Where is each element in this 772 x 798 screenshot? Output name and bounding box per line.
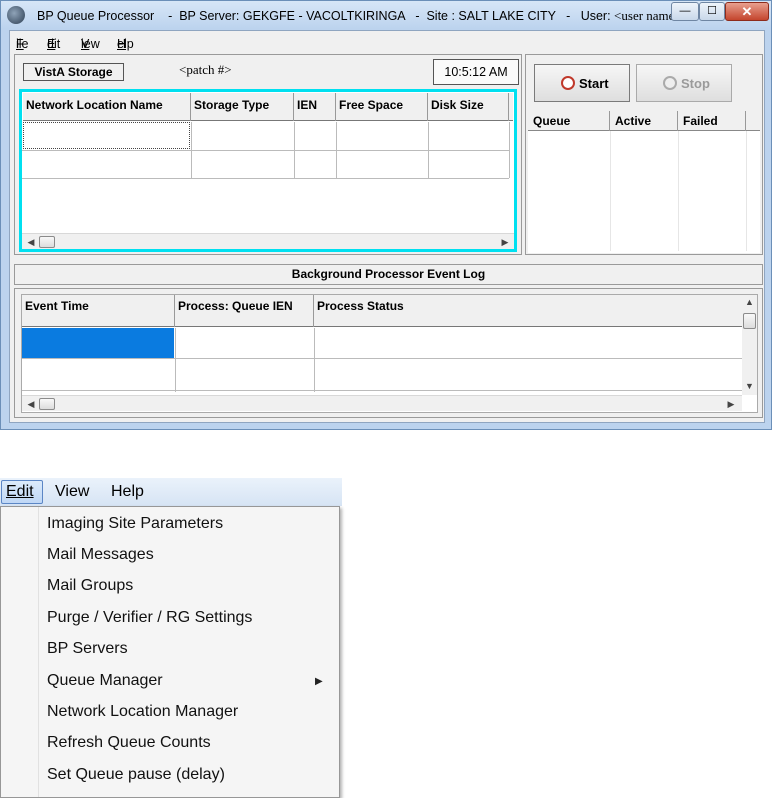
event-log-grid[interactable]: Event Time Process: Queue IEN Process St… [21,294,758,413]
main-window: BP Queue Processor - BP Server: GEKGFE -… [0,0,772,430]
menu-item-network-location-manager[interactable]: Network Location Manager [47,703,238,721]
column-network-location-name[interactable]: Network Location Name [23,93,191,121]
column-divider [191,122,192,178]
clock-display: 10:5:12 AM [433,59,519,85]
storage-panel: VistA Storage <patch #> 10:5:12 AM Netwo… [14,54,522,255]
column-divider [336,122,337,178]
column-failed[interactable]: Failed [678,111,746,131]
row-divider [22,358,742,359]
event-log-hscrollbar[interactable]: ◀ ▶ [22,395,742,411]
menu-item-set-queue-pause[interactable]: Set Queue pause (delay) [47,766,225,784]
menu-item-queue-manager[interactable]: Queue Manager [47,672,163,690]
event-log-panel: Event Time Process: Queue IEN Process St… [14,288,763,418]
event-log-title: Background Processor Event Log [14,264,763,285]
column-active[interactable]: Active [610,111,678,131]
close-icon: ✕ [741,4,753,19]
menu-item-mail-messages[interactable]: Mail Messages [47,546,154,564]
scroll-right-icon[interactable]: ▶ [498,235,512,249]
column-divider [314,328,315,392]
menu-help[interactable]: Help [111,483,144,501]
menu-view[interactable]: View [55,483,89,501]
menu-item-bp-servers[interactable]: BP Servers [47,640,128,658]
minimize-button[interactable]: — [671,2,699,21]
stop-label: Stop [681,76,710,91]
scroll-thumb[interactable] [39,398,55,410]
row-divider [22,390,742,391]
scroll-thumb[interactable] [743,313,756,329]
maximize-icon: ☐ [707,5,717,17]
queue-grid-header: Queue Active Failed [528,111,760,131]
scroll-right-icon[interactable]: ▶ [724,397,738,411]
column-storage-type[interactable]: Storage Type [191,93,294,121]
scroll-thumb[interactable] [39,236,55,248]
menu-bar-zoomed: Edit View Help [0,478,342,506]
vista-storage-label: VistA Storage [23,63,124,81]
menu-item-imaging-site-parameters[interactable]: Imaging Site Parameters [47,515,223,533]
menu-bar: File Edit View Help [10,31,764,51]
column-divider [509,122,510,178]
scroll-up-icon[interactable]: ▲ [742,297,757,307]
patch-label: <patch #> [179,62,232,77]
maximize-button[interactable]: ☐ [699,2,725,21]
menu-item-purge-verifier-rg-settings[interactable]: Purge / Verifier / RG Settings [47,609,252,627]
menu-item-refresh-queue-counts[interactable]: Refresh Queue Counts [47,734,211,752]
event-log-vscrollbar[interactable]: ▲ ▼ [742,295,757,395]
window-title: BP Queue Processor - BP Server: GEKGFE -… [37,8,682,23]
scroll-left-icon[interactable]: ◀ [24,235,38,249]
menu-edit-open[interactable]: Edit [1,480,43,504]
close-button[interactable]: ✕ [725,2,769,21]
row-divider [22,150,509,151]
queue-grid[interactable]: Queue Active Failed [528,111,760,253]
column-divider [610,131,611,251]
menu-gutter [38,507,39,797]
selected-cell[interactable] [22,328,174,358]
column-free-space[interactable]: Free Space [336,93,428,121]
client-area: File Edit View Help VistA Storage <patch… [9,30,765,423]
column-queue[interactable]: Queue [528,111,610,131]
start-label: Start [579,76,609,91]
stop-button[interactable]: Stop [636,64,732,102]
storage-row[interactable] [23,122,509,150]
row-divider [22,178,509,179]
queue-panel: Start Stop Queue Active Failed [525,54,763,255]
start-button[interactable]: Start [534,64,630,102]
column-disk-size[interactable]: Disk Size [428,93,509,121]
scroll-left-icon[interactable]: ◀ [24,397,38,411]
title-bar[interactable]: BP Queue Processor - BP Server: GEKGFE -… [1,1,771,29]
submenu-arrow-icon: ▶ [315,676,323,687]
storage-grid-header: Network Location Name Storage Type IEN F… [23,93,513,121]
edit-dropdown-menu: Imaging Site Parameters Mail Messages Ma… [0,506,340,798]
column-event-time[interactable]: Event Time [22,295,175,327]
storage-grid[interactable]: Network Location Name Storage Type IEN F… [19,89,517,252]
start-icon [561,76,575,90]
edit-menu-view: Edit View Help Imaging Site Parameters M… [0,478,342,798]
app-icon [7,6,25,24]
scroll-down-icon[interactable]: ▼ [742,381,757,391]
event-log-header: Event Time Process: Queue IEN Process St… [22,295,742,327]
focused-cell[interactable] [23,122,190,149]
column-divider [294,122,295,178]
column-ien[interactable]: IEN [294,93,336,121]
column-process-queue-ien[interactable]: Process: Queue IEN [175,295,314,327]
minimize-icon: — [679,5,691,17]
column-process-status[interactable]: Process Status [314,295,742,327]
column-divider [746,131,747,251]
column-divider [175,328,176,392]
column-divider [678,131,679,251]
column-divider [428,122,429,178]
stop-icon [663,76,677,90]
storage-hscrollbar[interactable]: ◀ ▶ [22,233,514,249]
menu-item-mail-groups[interactable]: Mail Groups [47,577,133,595]
